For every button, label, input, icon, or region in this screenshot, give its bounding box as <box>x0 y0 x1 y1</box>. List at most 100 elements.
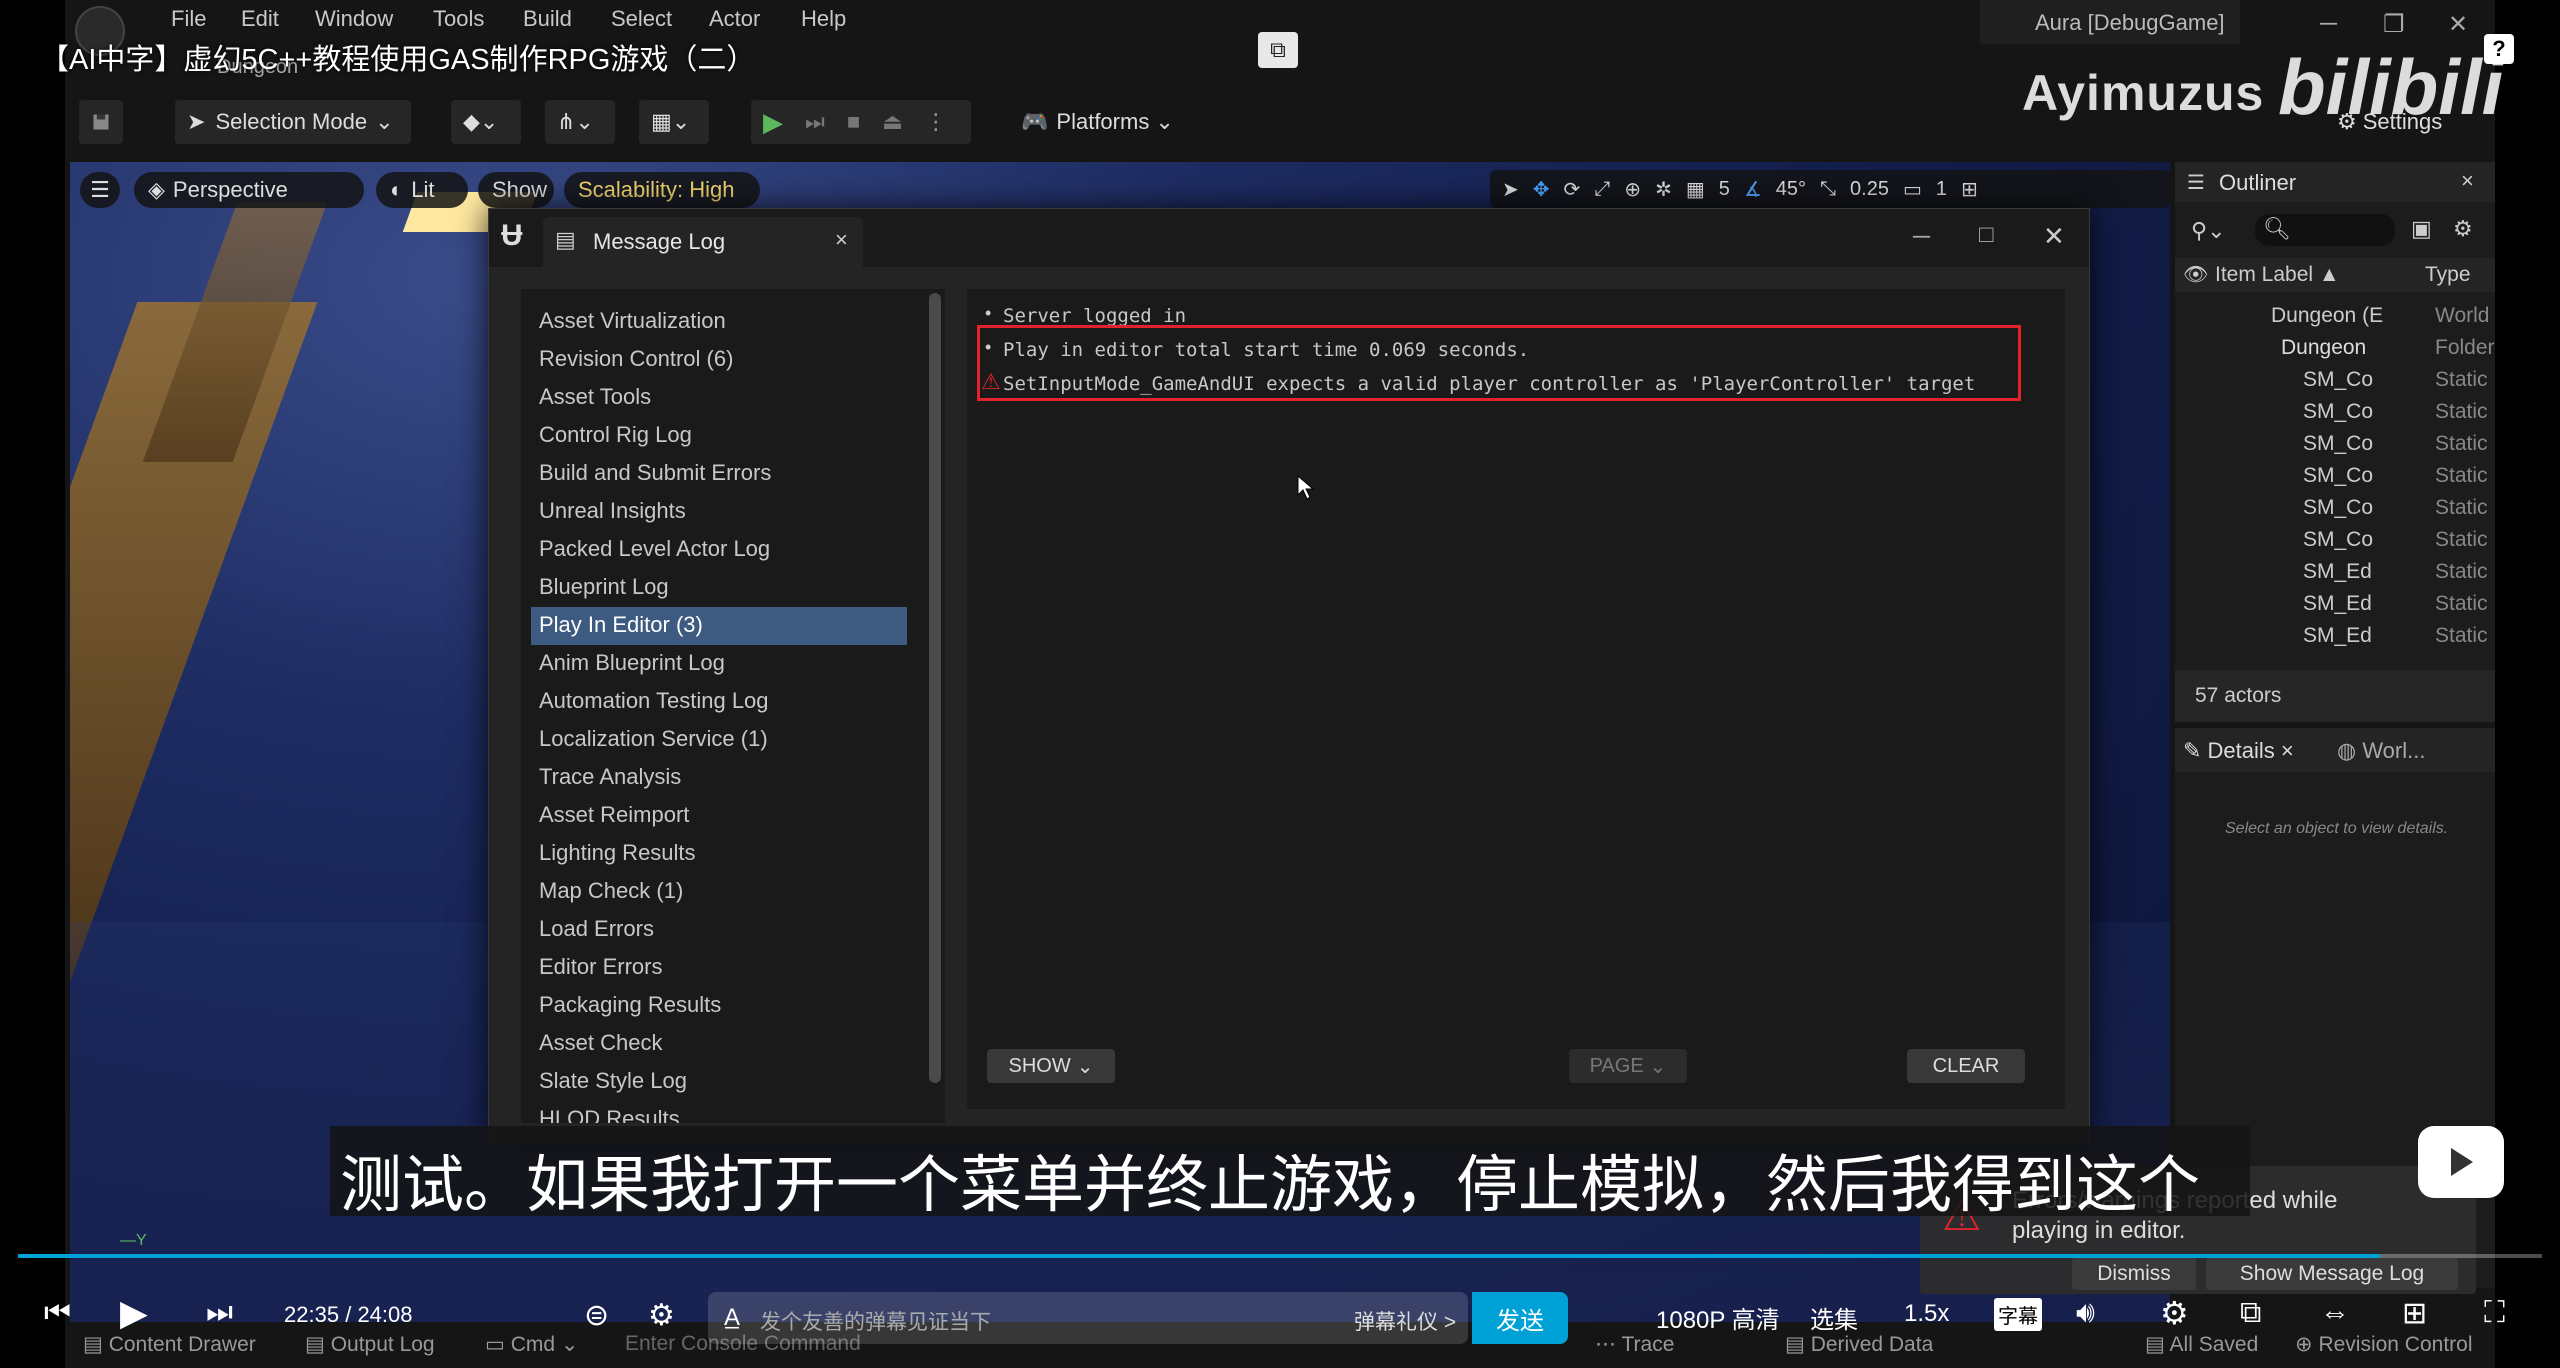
danmaku-toggle-icon[interactable]: ⊜ <box>584 1298 609 1333</box>
settings-gear-icon[interactable]: ⚙ <box>2160 1294 2189 1332</box>
item-label-column[interactable]: Item Label ▲ <box>2215 263 2340 287</box>
category-item[interactable]: HLOD Results <box>531 1101 907 1123</box>
outliner-row[interactable]: SM_Ed Static <box>2175 588 2495 620</box>
outliner-row[interactable]: SM_Co Static <box>2175 396 2495 428</box>
category-item-selected[interactable]: Play In Editor (3) <box>531 607 907 645</box>
layout-icon[interactable]: ⊞ <box>1961 177 1978 202</box>
volume-icon[interactable]: 🔊︎ <box>2076 1296 2095 1330</box>
viewport-menu-icon[interactable]: ☰ <box>80 172 120 208</box>
category-item[interactable]: Editor Errors <box>531 949 907 987</box>
tab-world[interactable]: ◍ Worl... <box>2337 738 2425 764</box>
lit-button[interactable]: ◐ Lit <box>376 172 468 208</box>
category-item[interactable]: Map Check (1) <box>531 873 907 911</box>
outliner-row[interactable]: Dungeon (E World <box>2175 300 2495 332</box>
outliner-row[interactable]: SM_Co Static <box>2175 492 2495 524</box>
pip-mode-icon[interactable]: ⧉ <box>2240 1296 2261 1330</box>
category-item[interactable]: Load Errors <box>531 911 907 949</box>
menu-edit[interactable]: Edit <box>241 6 279 32</box>
category-item[interactable]: Automation Testing Log <box>531 683 907 721</box>
category-item[interactable]: Blueprint Log <box>531 569 907 607</box>
category-item[interactable]: Asset Check <box>531 1025 907 1063</box>
quality-selector[interactable]: 1080P 高清 <box>1656 1300 1780 1335</box>
previous-icon[interactable]: ⏮ <box>44 1296 71 1330</box>
scale-icon[interactable]: ⤢ <box>1594 178 1610 201</box>
send-danmaku-button[interactable]: 发送 <box>1472 1292 1568 1344</box>
eject-icon[interactable]: ⏏ <box>882 109 903 135</box>
category-item[interactable]: Revision Control (6) <box>531 341 907 379</box>
grid-icon[interactable]: ▦ <box>1686 177 1705 202</box>
pip-icon[interactable]: ⧉ <box>1258 32 1298 68</box>
outliner-row[interactable]: SM_Co Static <box>2175 428 2495 460</box>
maximize-icon[interactable]: ❐ <box>2383 10 2405 39</box>
close-icon[interactable]: ✕ <box>2448 10 2468 39</box>
blueprint-button[interactable]: ⋔⌄ <box>545 100 615 144</box>
episodes-button[interactable]: 选集 <box>1810 1300 1858 1335</box>
surface-snap-icon[interactable]: ✲ <box>1655 177 1672 202</box>
speed-selector[interactable]: 1.5x <box>1904 1300 1949 1328</box>
fullscreen-icon[interactable]: ⛶ <box>2484 1296 2505 1330</box>
minimize-icon[interactable]: ─ <box>1913 223 1930 251</box>
category-item[interactable]: Slate Style Log <box>531 1063 907 1101</box>
outliner-row[interactable]: SM_Ed Static <box>2175 556 2495 588</box>
add-actor-button[interactable]: ◆⌄ <box>451 100 521 144</box>
outliner-row[interactable]: SM_Co Static <box>2175 460 2495 492</box>
menu-help[interactable]: Help <box>801 6 846 32</box>
scale-snap-value[interactable]: 0.25 <box>1850 178 1889 201</box>
save-icon[interactable] <box>79 100 123 144</box>
next-icon[interactable]: ⏭ <box>206 1296 233 1330</box>
danmaku-settings-icon[interactable]: ⚙ <box>648 1298 675 1333</box>
widescreen-icon[interactable]: ⇔ <box>2320 1296 2350 1330</box>
menu-actor[interactable]: Actor <box>709 6 760 32</box>
menu-select[interactable]: Select <box>611 6 672 32</box>
menu-build[interactable]: Build <box>523 6 572 32</box>
log-entry-warning[interactable]: SetInputMode_GameAndUI expects a valid p… <box>1003 373 1975 395</box>
selection-mode-dropdown[interactable]: ➤ Selection Mode ⌄ <box>175 100 411 144</box>
angle-snap-value[interactable]: 45° <box>1776 178 1806 201</box>
outliner-row[interactable]: Dungeon Folder <box>2175 332 2495 364</box>
menu-file[interactable]: File <box>171 6 206 32</box>
page-dropdown[interactable]: PAGE ⌄ <box>1569 1049 1687 1083</box>
font-style-icon[interactable]: A̲ <box>724 1304 740 1332</box>
category-item[interactable]: Unreal Insights <box>531 493 907 531</box>
web-fullscreen-icon[interactable]: ⊞ <box>2402 1296 2427 1331</box>
category-item[interactable]: Trace Analysis <box>531 759 907 797</box>
scalability-indicator[interactable]: Scalability: High <box>564 172 760 208</box>
type-column[interactable]: Type <box>2425 263 2471 287</box>
maximize-icon[interactable]: □ <box>1979 221 1994 249</box>
danmaku-etiquette-link[interactable]: 弹幕礼仪 > <box>1354 1306 1456 1336</box>
close-icon[interactable]: ✕ <box>2043 221 2065 252</box>
select-icon[interactable]: ➤ <box>1502 177 1519 202</box>
close-icon[interactable]: × <box>2461 168 2474 194</box>
platforms-dropdown[interactable]: 🎮 Platforms ⌄ <box>1009 100 1179 144</box>
show-button[interactable]: Show <box>478 172 554 208</box>
category-scrollbar[interactable] <box>929 293 941 1083</box>
close-tab-icon[interactable]: × <box>835 227 848 253</box>
category-item[interactable]: Localization Service (1) <box>531 721 907 759</box>
category-item[interactable]: Asset Tools <box>531 379 907 417</box>
skip-icon[interactable]: ⏭ <box>805 109 825 135</box>
tv-mascot-icon[interactable] <box>2418 1126 2504 1198</box>
category-item[interactable]: Build and Submit Errors <box>531 455 907 493</box>
stop-icon[interactable]: ■ <box>847 109 860 135</box>
cinematics-button[interactable]: ▦⌄ <box>639 100 709 144</box>
gear-icon[interactable]: ⚙ <box>2453 216 2473 242</box>
menu-window[interactable]: Window <box>315 6 393 32</box>
grid-snap-value[interactable]: 5 <box>1719 178 1730 201</box>
clear-button[interactable]: CLEAR <box>1907 1049 2025 1083</box>
category-item[interactable]: Asset Virtualization <box>531 303 907 341</box>
outliner-row[interactable]: SM_Co Static <box>2175 364 2495 396</box>
category-item[interactable]: Lighting Results <box>531 835 907 873</box>
play-icon[interactable]: ▶ <box>763 107 783 138</box>
tab-details[interactable]: ✎ Details × <box>2183 738 2294 764</box>
message-log-tab[interactable]: ▤ Message Log × <box>543 217 863 267</box>
filter-icon[interactable]: ⚲⌄ <box>2191 218 2226 244</box>
outliner-search-input[interactable]: 🔍︎ <box>2255 214 2395 246</box>
category-item[interactable]: Packed Level Actor Log <box>531 531 907 569</box>
log-entry[interactable]: Play in editor total start time 0.069 se… <box>1003 339 1529 361</box>
help-icon[interactable]: ? <box>2484 34 2514 64</box>
angle-icon[interactable]: ∡ <box>1744 177 1762 202</box>
category-item[interactable]: Packaging Results <box>531 987 907 1025</box>
progress-bar[interactable] <box>18 1254 2542 1258</box>
eye-icon[interactable]: 👁︎ <box>2183 262 2208 287</box>
scale-snap-icon[interactable]: ⤡ <box>1820 178 1836 201</box>
